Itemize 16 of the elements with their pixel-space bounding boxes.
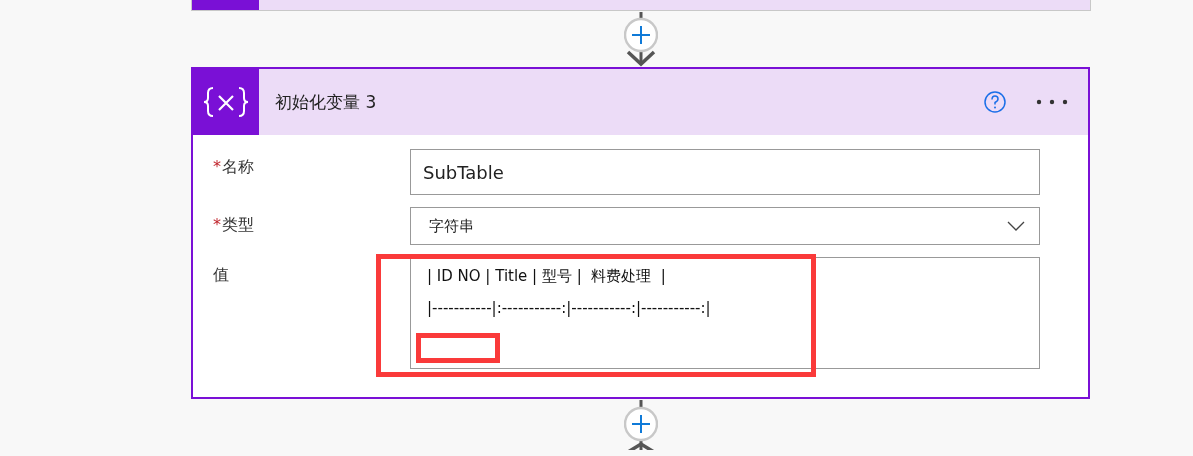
type-dropdown[interactable]: 字符串: [410, 207, 1040, 246]
field-label: 值: [213, 265, 229, 285]
add-step-icon[interactable]: [623, 399, 658, 450]
card-title: 初始化变量 3: [275, 90, 378, 114]
required-mark: *: [213, 157, 221, 177]
value-line: |-----------|:-----------:|-----------:|-----------:|: [427, 298, 711, 319]
field-label: 名称: [222, 157, 254, 177]
add-step-icon[interactable]: [623, 11, 658, 68]
help-icon[interactable]: [984, 91, 1006, 114]
value-field[interactable]: | ID NO | Title | 型号 | 料费处理 | |-----------|:-----------:|-----------:|-----------:|: [410, 257, 1040, 370]
chevron-icon: [1007, 221, 1025, 232]
value-line: | ID NO | Title | 型号 | 料费处理 |: [427, 266, 666, 287]
more-icon[interactable]: [1036, 99, 1068, 106]
name-field[interactable]: SubTable: [410, 149, 1040, 196]
required-mark: *: [213, 215, 221, 235]
field-label: 类型: [222, 215, 254, 235]
